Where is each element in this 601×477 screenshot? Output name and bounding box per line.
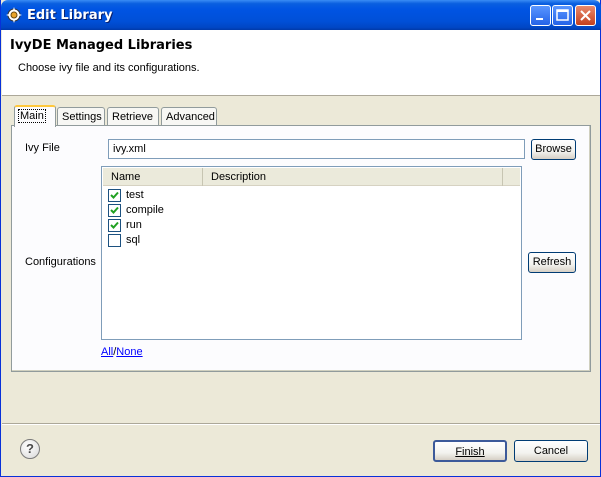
table-row[interactable]: sql (107, 233, 407, 248)
help-icon[interactable]: ? (20, 439, 40, 459)
select-all-link[interactable]: All (101, 346, 113, 358)
config-name: test (126, 189, 144, 201)
checkbox-sql[interactable] (108, 234, 121, 247)
edit-library-dialog: Edit Library IvyDE Managed Libraries Cho… (0, 0, 601, 477)
tab-advanced[interactable]: Advanced (161, 107, 217, 126)
dialog-header: IvyDE Managed Libraries Choose ivy file … (2, 30, 600, 96)
header-title: IvyDE Managed Libraries (10, 38, 193, 53)
table-header: Name Description (103, 168, 520, 186)
minimize-icon (536, 18, 543, 20)
finish-button[interactable]: Finish (433, 440, 507, 462)
table-row[interactable]: test (107, 188, 407, 203)
tab-settings-label: Settings (62, 111, 102, 123)
checkmark-icon (110, 221, 119, 229)
column-header-description[interactable]: Description (203, 168, 503, 186)
select-none-link[interactable]: None (116, 346, 142, 358)
maximize-button[interactable] (552, 5, 573, 26)
select-links: All/None (101, 346, 143, 358)
tab-main-label: Main (18, 109, 46, 123)
checkbox-run[interactable] (108, 219, 121, 232)
tab-settings[interactable]: Settings (57, 107, 105, 126)
cancel-button[interactable]: Cancel (514, 440, 588, 462)
checkbox-compile[interactable] (108, 204, 121, 217)
tab-advanced-label: Advanced (166, 111, 215, 123)
config-name: sql (126, 234, 141, 246)
configurations-table[interactable]: Name Description test compile run sql (101, 166, 522, 340)
footer-separator (2, 423, 600, 425)
checkmark-icon (110, 206, 119, 214)
eclipse-icon (6, 7, 22, 23)
tab-retrieve-label: Retrieve (112, 111, 153, 123)
minimize-button[interactable] (530, 5, 551, 26)
checkmark-icon (110, 191, 119, 199)
header-description: Choose ivy file and its configurations. (18, 62, 200, 74)
maximize-icon (556, 9, 569, 21)
ivy-file-input[interactable] (108, 139, 525, 159)
close-icon (580, 10, 591, 21)
ivy-file-label: Ivy File (25, 142, 60, 154)
title-bar[interactable]: Edit Library (1, 0, 601, 30)
column-header-name[interactable]: Name (103, 168, 203, 186)
close-button[interactable] (575, 5, 596, 26)
window-title: Edit Library (27, 8, 113, 23)
checkbox-test[interactable] (108, 189, 121, 202)
configurations-label: Configurations (25, 256, 96, 268)
tab-main[interactable]: Main (14, 105, 56, 127)
table-row[interactable]: run (107, 218, 407, 233)
finish-label: Finish (455, 446, 485, 458)
browse-button[interactable]: Browse (531, 139, 576, 160)
tab-retrieve[interactable]: Retrieve (107, 107, 159, 126)
table-row[interactable]: compile (107, 203, 407, 218)
config-name: compile (126, 204, 164, 216)
config-name: run (126, 219, 142, 231)
column-header-filler (503, 168, 520, 186)
refresh-button[interactable]: Refresh (528, 252, 576, 273)
